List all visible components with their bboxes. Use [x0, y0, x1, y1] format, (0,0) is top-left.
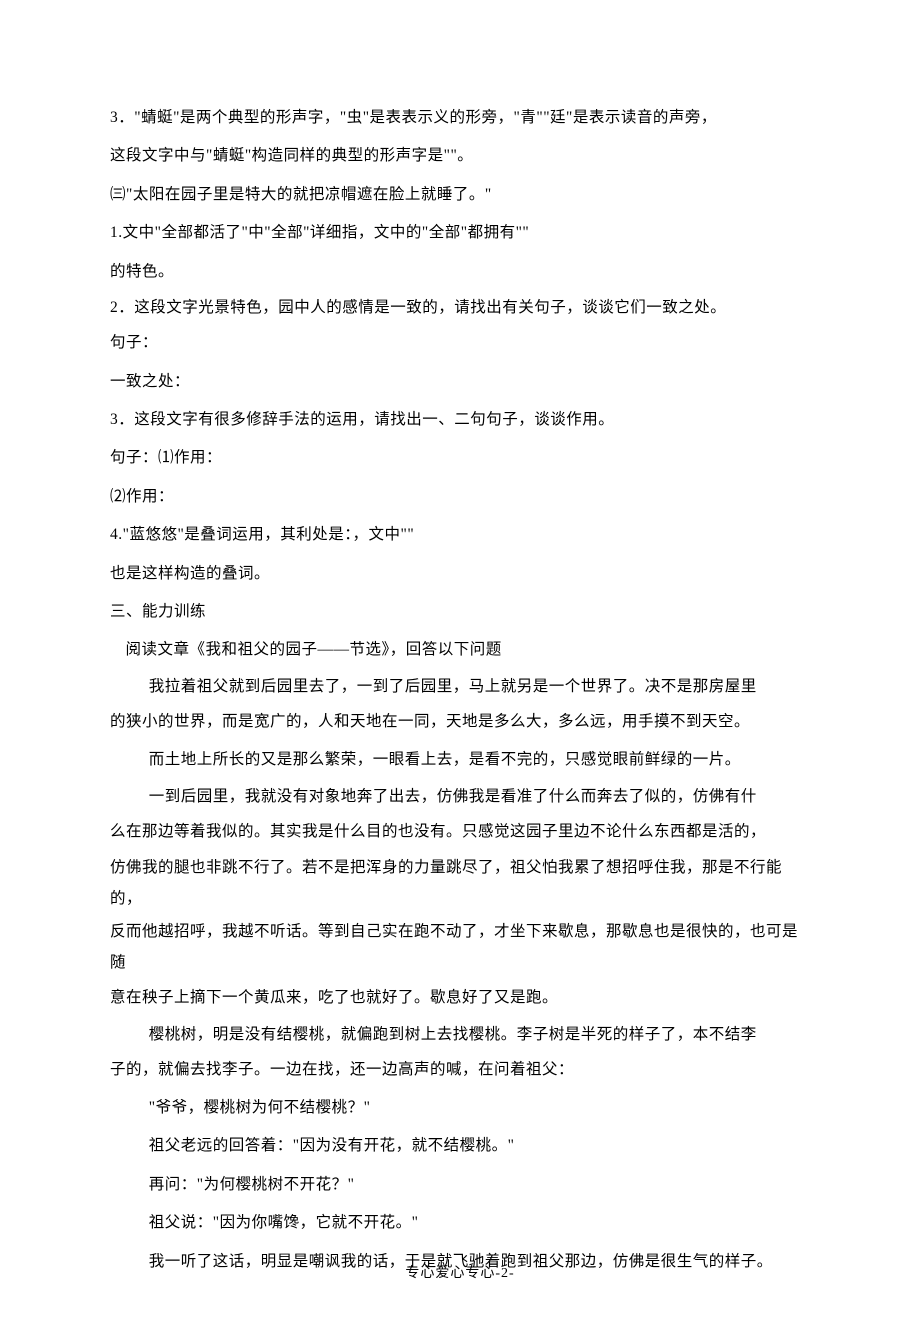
dialogue-a1: 祖父老远的回答着："因为没有开花，就不结樱桃。": [110, 1128, 810, 1164]
question-2-line1: 2．这段文字光景特色，园中人的感情是一致的，请找出有关句子，谈谈它们一致之处。: [110, 292, 810, 323]
passage-p3-l1: 一到后园里，我就没有对象地奔了出去，仿佛我是看准了什么而奔去了似的，仿佛有什: [110, 781, 810, 812]
document-page: 3．"蜻蜓"是两个典型的形声字，"虫"是表表示义的形旁，"青""廷"是表示读音的…: [0, 0, 920, 1322]
question-4-line2: 也是这样构造的叠词。: [110, 556, 810, 592]
dialogue-q1: "爷爷，樱桃树为何不结樱桃？": [110, 1090, 810, 1126]
passage-p2-l1: 而土地上所长的又是那么繁荣，一眼看上去，是看不完的，只感觉眼前鲜绿的一片。: [110, 742, 810, 778]
dialogue-q2: 再问："为何樱桃树不开花？": [110, 1167, 810, 1203]
question-3b-line1: 3．这段文字有很多修辞手法的运用，请找出一、二句句子，谈谈作用。: [110, 402, 810, 438]
passage-p5-l2: 子的，就偏去找李子。一边在找，还一边高声的喊，在问着祖父：: [110, 1052, 810, 1088]
section-header-ability: 三、能力训练: [110, 594, 810, 630]
passage-p4-l2: 反而他越招呼，我越不听话。等到自己实在跑不动了，才坐下来歇息，那歇息也是很快的，…: [110, 916, 810, 978]
question-1-line2: 的特色。: [110, 254, 810, 290]
question-2-line1b: 句子：: [110, 325, 810, 361]
passage-p1-l2: 的狭小的世界，而是宽广的，人和天地在一同，天地是多么大，多么远，用手摸不到天空。: [110, 704, 810, 740]
question-2-line2: 一致之处：: [110, 364, 810, 400]
page-footer: 专心爱心专心-2-: [0, 1262, 920, 1282]
question-3-line1: 3．"蜻蜓"是两个典型的形声字，"虫"是表表示义的形旁，"青""廷"是表示读音的…: [110, 100, 810, 136]
question-4-line1: 4."蓝悠悠"是叠词运用，其利处是：，文中"": [110, 517, 810, 553]
passage-p3-l2: 么在那边等着我似的。其实我是什么目的也没有。只感觉这园子里边不论什么东西都是活的…: [110, 814, 810, 850]
passage-p4-l3: 意在秧子上摘下一个黄瓜来，吃了也就好了。歇息好了又是跑。: [110, 980, 810, 1016]
question-3-line2: 这段文字中与"蜻蜓"构造同样的典型的形声字是""。: [110, 138, 810, 174]
question-3b-line3: ⑵作用：: [110, 479, 810, 515]
dialogue-a2: 祖父说："因为你嘴馋，它就不开花。": [110, 1205, 810, 1241]
passage-p4-l1: 仿佛我的腿也非跳不行了。若不是把浑身的力量跳尽了，祖父怕我累了想招呼住我，那是不…: [110, 852, 810, 914]
passage-p1-l1: 我拉着祖父就到后园里去了，一到了后园里，马上就另是一个世界了。决不是那房屋里: [110, 671, 810, 702]
section-3-header: ㈢"太阳在园子里是特大的就把凉帽遮在脸上就睡了。": [110, 177, 810, 213]
passage-p5-l1: 樱桃树，明是没有结樱桃，就偏跑到树上去找樱桃。李子树是半死的样子了，本不结李: [110, 1019, 810, 1050]
question-1-line1: 1.文中"全部都活了"中"全部"详细指，文中的"全部"都拥有"": [110, 215, 810, 251]
reading-instruction: 阅读文章《我和祖父的园子——节选》，回答以下问题: [110, 632, 810, 668]
question-3b-line2: 句子：⑴作用：: [110, 440, 810, 476]
